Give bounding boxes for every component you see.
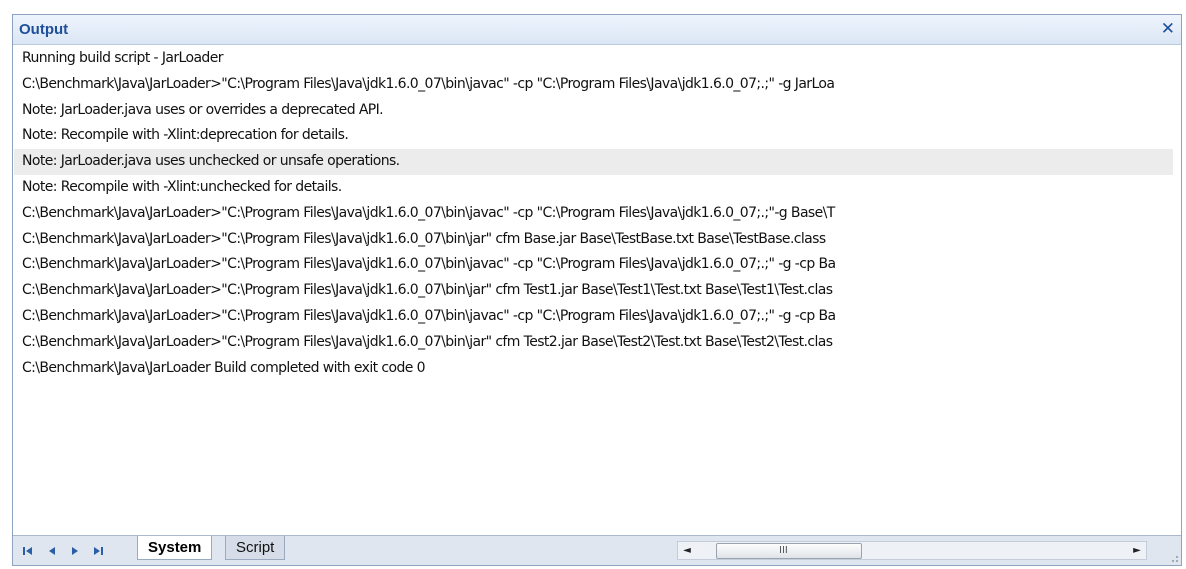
log-line: Note: Recompile with -Xlint:unchecked fo… — [22, 178, 342, 195]
log-line: Running build script - JarLoader — [22, 50, 223, 66]
output-log[interactable]: Running build script - JarLoader C:\Benc… — [14, 46, 1173, 536]
next-icon[interactable] — [66, 544, 84, 558]
bottom-bar: System Script ◄ III ► — [13, 535, 1181, 565]
log-line: Note: JarLoader.java uses or overrides a… — [22, 101, 384, 118]
horizontal-scrollbar[interactable]: ◄ III ► — [677, 541, 1147, 560]
log-line: Note: Recompile with -Xlint:deprecation … — [22, 127, 349, 144]
panel-title: Output — [19, 21, 69, 38]
previous-icon[interactable] — [43, 544, 61, 558]
scroll-right-icon[interactable]: ► — [1128, 542, 1146, 559]
close-icon[interactable]: ✕ — [1161, 18, 1175, 40]
grip-icon: III — [779, 545, 788, 556]
log-line: C:\Benchmark\Java\JarLoader>"C:\Program … — [22, 333, 833, 350]
tab-script[interactable]: Script — [225, 536, 286, 560]
output-title-bar: Output ✕ — [13, 15, 1181, 45]
log-line: C:\Benchmark\Java\JarLoader>"C:\Program … — [22, 230, 826, 247]
log-line-selected: Note: JarLoader.java uses unchecked or u… — [14, 149, 1173, 175]
scroll-left-icon[interactable]: ◄ — [678, 542, 696, 559]
log-line: C:\Benchmark\Java\JarLoader>"C:\Program … — [22, 256, 836, 273]
log-line: C:\Benchmark\Java\JarLoader Build comple… — [22, 359, 426, 376]
scrollbar-thumb[interactable]: III — [716, 543, 862, 559]
first-icon[interactable] — [19, 544, 37, 558]
last-icon[interactable] — [89, 544, 107, 558]
tab-system[interactable]: System — [137, 536, 213, 560]
log-line: C:\Benchmark\Java\JarLoader>"C:\Program … — [22, 282, 833, 299]
log-line: C:\Benchmark\Java\JarLoader>"C:\Program … — [22, 75, 835, 92]
output-panel: Output ✕ Running build script - JarLoade… — [12, 14, 1182, 566]
log-line: C:\Benchmark\Java\JarLoader>"C:\Program … — [22, 307, 836, 324]
log-line: C:\Benchmark\Java\JarLoader>"C:\Program … — [22, 204, 835, 221]
resize-grip-icon[interactable] — [1167, 551, 1179, 563]
